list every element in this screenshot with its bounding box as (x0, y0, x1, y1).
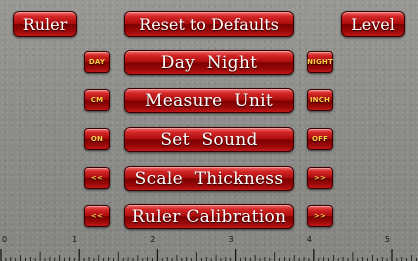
day-night-button[interactable]: Day Night (124, 50, 294, 75)
ruler-scale: 0 1 2 3 4 5 (0, 235, 417, 261)
thickness-increase-button[interactable]: >> (307, 167, 333, 189)
reset-to-defaults-button[interactable]: Reset to Defaults (124, 11, 294, 37)
ruler-label: 0 (2, 235, 7, 244)
calibration-decrease-button[interactable]: << (84, 205, 110, 227)
ruler-label: 3 (229, 235, 234, 244)
ruler-label: 2 (150, 235, 155, 244)
ruler-label: 4 (307, 235, 312, 244)
level-button[interactable]: Level (341, 11, 405, 37)
thickness-decrease-button[interactable]: << (84, 167, 110, 189)
ruler-calibration-button[interactable]: Ruler Calibration (124, 204, 294, 229)
calibration-increase-button[interactable]: >> (307, 205, 333, 227)
set-sound-button[interactable]: Set Sound (124, 127, 294, 152)
inch-button[interactable]: INCH (307, 89, 333, 111)
sound-off-button[interactable]: OFF (307, 128, 333, 150)
ruler-label: 5 (385, 235, 390, 244)
measure-unit-button[interactable]: Measure Unit (124, 88, 294, 113)
ruler-label: 1 (72, 235, 77, 244)
cm-button[interactable]: CM (84, 89, 110, 111)
ruler-button[interactable]: Ruler (13, 11, 77, 37)
sound-on-button[interactable]: ON (84, 128, 110, 150)
day-button[interactable]: DAY (84, 51, 110, 73)
scale-thickness-button[interactable]: Scale Thickness (124, 166, 294, 191)
night-button[interactable]: NIGHT (307, 51, 333, 73)
